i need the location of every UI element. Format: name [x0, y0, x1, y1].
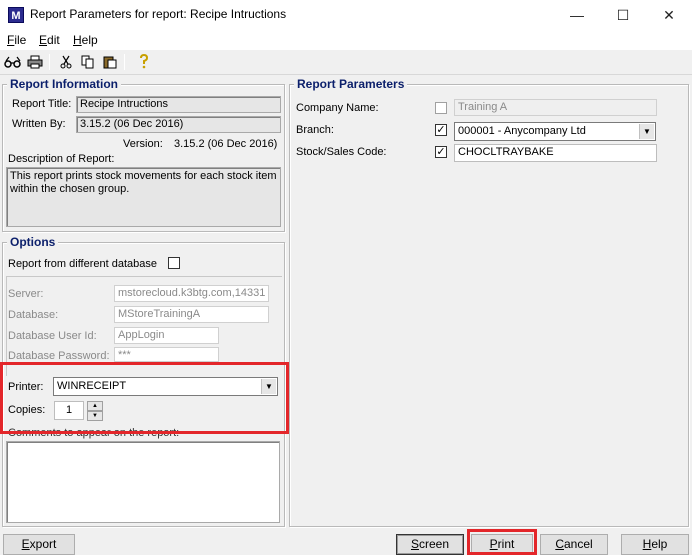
description-field: This report prints stock movements for e…: [6, 167, 281, 227]
screen-button[interactable]: Screen: [396, 534, 464, 555]
written-by-field: 3.15.2 (06 Dec 2016): [76, 116, 281, 133]
highlight-box-printer: [0, 362, 289, 434]
stock-sales-code-field[interactable]: CHOCLTRAYBAKE: [454, 144, 657, 162]
version-label: Version:: [123, 138, 163, 150]
paste-icon[interactable]: [101, 53, 119, 71]
help-icon[interactable]: [135, 53, 153, 71]
close-button[interactable]: ✕: [646, 0, 692, 30]
print-icon[interactable]: [26, 53, 44, 71]
chevron-down-icon[interactable]: ▼: [639, 124, 654, 139]
different-database-checkbox[interactable]: [168, 257, 180, 269]
toolbar-separator: [124, 54, 125, 70]
report-title-label: Report Title:: [12, 98, 72, 110]
maximize-button[interactable]: ☐: [600, 0, 646, 30]
stock-sales-code-checkbox[interactable]: ✓: [435, 146, 447, 158]
copy-icon[interactable]: [79, 53, 97, 71]
different-database-label: Report from different database: [8, 258, 157, 270]
export-button[interactable]: Export: [3, 534, 75, 555]
database-field[interactable]: MStoreTrainingA: [114, 306, 269, 323]
company-name-label: Company Name:: [296, 102, 379, 114]
highlight-box-print: [467, 529, 537, 555]
database-user-field[interactable]: AppLogin: [114, 327, 219, 344]
report-information-legend: Report Information: [7, 78, 121, 91]
menu-file[interactable]: File: [7, 33, 26, 47]
minimize-button[interactable]: —: [554, 0, 600, 30]
company-name-field[interactable]: Training A: [454, 99, 657, 116]
description-label: Description of Report:: [8, 153, 115, 165]
branch-checkbox[interactable]: ✓: [435, 124, 447, 136]
database-password-label: Database Password:: [8, 350, 110, 362]
server-label: Server:: [8, 288, 44, 300]
menu-bar: File Edit Help: [0, 30, 692, 50]
stock-sales-code-label: Stock/Sales Code:: [296, 146, 387, 158]
toolbar-separator: [49, 54, 50, 70]
database-user-label: Database User Id:: [8, 330, 97, 342]
database-label: Database:: [8, 309, 59, 321]
version-value: 3.15.2 (06 Dec 2016): [174, 138, 278, 150]
options-legend: Options: [7, 236, 59, 249]
cancel-button[interactable]: Cancel: [540, 534, 608, 555]
comments-field[interactable]: [6, 441, 280, 523]
cut-icon[interactable]: [57, 53, 75, 71]
app-icon: M: [8, 7, 24, 23]
preview-icon[interactable]: [4, 53, 22, 71]
toolbar: [0, 50, 692, 75]
server-field[interactable]: mstorecloud.k3btg.com,14331: [114, 285, 269, 302]
report-title-field: Recipe Intructions: [76, 96, 281, 113]
branch-value: 000001 - Anycompany Ltd: [458, 125, 586, 137]
report-parameters-legend: Report Parameters: [294, 78, 408, 91]
title-bar: M Report Parameters for report: Recipe I…: [0, 0, 692, 30]
window-title: Report Parameters for report: Recipe Int…: [30, 7, 287, 21]
branch-label: Branch:: [296, 124, 334, 136]
help-button[interactable]: Help: [621, 534, 689, 555]
menu-help[interactable]: Help: [73, 33, 98, 47]
menu-edit[interactable]: Edit: [39, 33, 60, 47]
written-by-label: Written By:: [12, 118, 66, 130]
database-password-field[interactable]: ***: [114, 347, 219, 362]
company-name-checkbox[interactable]: [435, 102, 447, 114]
branch-select[interactable]: 000001 - Anycompany Ltd ▼: [454, 122, 656, 141]
